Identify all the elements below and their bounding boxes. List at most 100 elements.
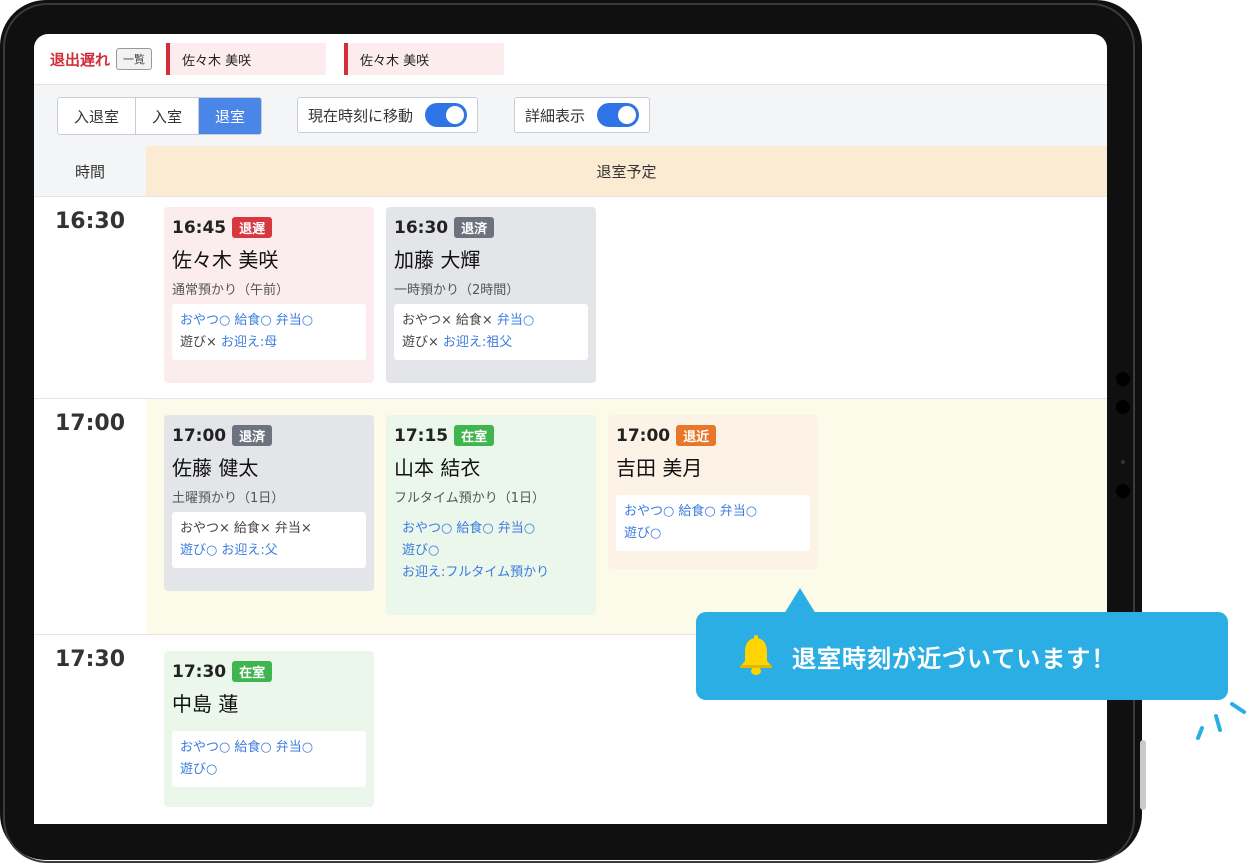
card-header: 16:30 退済 [394,217,588,238]
detail-snack: おやつ× [180,521,230,536]
status-badge: 在室 [232,661,273,682]
segment-enter[interactable]: 入室 [136,98,200,134]
time-slot-label: 16:30 [54,209,126,234]
toolbar: 入退室 入室 退室 現在時刻に移動 詳細表示 [34,84,1107,147]
child-name: 中島 蓮 [172,692,239,716]
detail-play: 遊び× [180,335,217,350]
status-badge: 退遅 [232,217,273,238]
care-plan: 通常預かり（午前） [172,283,290,298]
care-plan: フルタイム預かり（1日） [394,491,546,506]
time-slot-label: 17:30 [54,647,126,672]
child-name: 山本 結衣 [394,456,481,480]
detail-play: 遊び○ [624,526,662,541]
mode-segmented-control: 入退室 入室 退室 [57,97,263,135]
child-name: 佐藤 健太 [172,456,259,480]
child-card[interactable]: 17:00 退済 佐藤 健太 土曜預かり（1日） おやつ× 給食× 弁当× 遊び○ お… [164,415,374,591]
card-header: 16:45 退遅 [172,217,366,238]
list-button[interactable]: 一覧 [116,48,153,70]
card-details: おやつ○ 給食○ 弁当○ 遊び× お迎え:母 [172,304,366,360]
child-card[interactable]: 17:00 退近 吉田 美月 おやつ○ 給食○ 弁当○ 遊び○ [608,415,818,569]
card-header: 17:15 在室 [394,425,588,446]
detail-view-label: 詳細表示 [525,106,586,125]
near-exit-notification[interactable]: 退室時刻が近づいています！ [696,588,1228,700]
detail-snack: おやつ× [402,313,452,328]
alert-spark-lines [1196,702,1246,740]
exit-plan-column-header: 退室予定 [146,146,1107,196]
status-badge: 退済 [454,217,495,238]
detail-view-switch[interactable] [597,103,640,127]
time-slot-lane: 17:00 退済 佐藤 健太 土曜預かり（1日） おやつ× 給食× 弁当× 遊び○ お… [146,399,1107,635]
time-slot-lane: 16:45 退遅 佐々木 美咲 通常預かり（午前） おやつ○ 給食○ 弁当○ 遊び×… [146,197,1107,399]
detail-bento: 弁当× [274,521,312,536]
detail-lunch: 給食○ [456,521,494,536]
detail-bento: 弁当○ [275,740,314,755]
detail-pickup: お迎え:祖父 [442,335,513,350]
detail-view-toggle[interactable]: 詳細表示 [514,97,651,133]
detail-pickup: お迎え:母 [220,335,278,350]
sensor-dot [1121,460,1125,464]
details-line: おやつ○ 給食○ 弁当○ [180,737,358,759]
care-plan: 一時預かり（2時間） [394,283,520,298]
detail-play: 遊び○ [402,543,440,558]
detail-play: 遊び○ [180,762,218,777]
detail-pickup: お迎え:父 [221,543,278,558]
card-details: おやつ× 給食× 弁当○ 遊び× お迎え:祖父 [394,304,588,360]
tablet-side-button [1140,740,1146,810]
details-line: 遊び○ [180,759,358,781]
detail-pickup: お迎え:フルタイム預かり [402,565,550,580]
time-slot-row: 17:00 17:00 退済 佐藤 健太 土曜預かり（1日） おやつ× 給食× 弁当… [34,398,1107,647]
camera-dot [1116,372,1130,386]
detail-bento: 弁当○ [497,521,536,536]
card-header: 17:00 退近 [616,425,810,446]
card-time: 16:45 [172,217,227,238]
child-card[interactable]: 16:30 退済 加藤 大輝 一時預かり（2時間） おやつ× 給食× 弁当○ 遊び×… [386,207,596,383]
detail-bento: 弁当○ [496,313,535,328]
card-details: おやつ○ 給食○ 弁当○ 遊び○ お迎え:フルタイム預かり [394,512,588,590]
detail-lunch: 給食○ [234,313,272,328]
details-line: お迎え:フルタイム預かり [402,562,580,584]
detail-lunch: 給食× [455,313,493,328]
details-line: 遊び× お迎え:母 [180,332,358,354]
late-child-chip[interactable]: 佐々木 美咲 [166,43,327,75]
late-child-chip[interactable]: 佐々木 美咲 [344,43,505,75]
detail-snack: おやつ○ [402,521,453,536]
move-to-now-label: 現在時刻に移動 [308,106,414,125]
child-name: 佐々木 美咲 [172,248,279,272]
detail-snack: おやつ○ [624,504,675,519]
card-time: 17:15 [394,425,449,446]
notification-text: 退室時刻が近づいています！ [792,644,1117,673]
details-line: おやつ× 給食× 弁当× [180,518,358,540]
status-badge: 在室 [454,425,495,446]
child-name: 加藤 大輝 [394,248,481,272]
segment-enter-exit[interactable]: 入退室 [58,98,137,134]
bell-icon [738,635,774,677]
late-exit-title: 退出遅れ [50,50,111,69]
child-card[interactable]: 17:15 在室 山本 結衣 フルタイム預かり（1日） おやつ○ 給食○ 弁当○ 遊… [386,415,596,615]
card-time: 17:00 [172,425,227,446]
child-name: 吉田 美月 [616,456,703,480]
move-to-now-switch[interactable] [425,103,468,127]
status-badge: 退近 [676,425,717,446]
detail-lunch: 給食○ [678,504,716,519]
details-line: 遊び○ [402,540,580,562]
child-card[interactable]: 17:30 在室 中島 蓮 おやつ○ 給食○ 弁当○ 遊び○ [164,651,374,807]
details-line: 遊び○ お迎え:父 [180,540,358,562]
child-card[interactable]: 16:45 退遅 佐々木 美咲 通常預かり（午前） おやつ○ 給食○ 弁当○ 遊び×… [164,207,374,383]
card-time: 17:00 [616,425,671,446]
details-line: おやつ○ 給食○ 弁当○ [624,501,802,523]
late-exit-alert-bar: 退出遅れ 一覧 佐々木 美咲 佐々木 美咲 [34,34,1107,84]
details-line: 遊び○ [624,523,802,545]
move-to-now-toggle[interactable]: 現在時刻に移動 [297,97,479,133]
details-line: おやつ○ 給食○ 弁当○ [180,310,358,332]
details-line: 遊び× お迎え:祖父 [402,332,580,354]
schedule-header: 時間 退室予定 [34,146,1107,196]
detail-snack: おやつ○ [180,313,231,328]
time-slot-row: 16:30 16:45 退遅 佐々木 美咲 通常預かり（午前） おやつ○ 給食○ 弁… [34,196,1107,399]
card-header: 17:00 退済 [172,425,366,446]
detail-play: 遊び○ [180,543,218,558]
care-plan: 土曜預かり（1日） [172,491,285,506]
app-screen: 退出遅れ 一覧 佐々木 美咲 佐々木 美咲 入退室 入室 退室 現在時刻に移動 … [34,34,1107,824]
segment-exit[interactable]: 退室 [199,98,262,134]
details-line: おやつ× 給食× 弁当○ [402,310,580,332]
card-header: 17:30 在室 [172,661,366,682]
